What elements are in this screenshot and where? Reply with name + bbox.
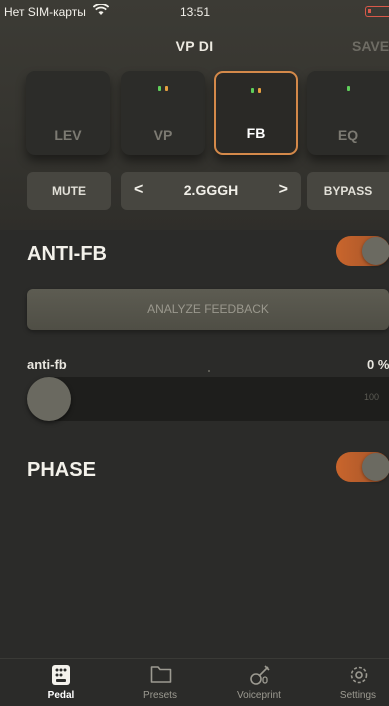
anti-fb-param-value: 0 %: [367, 357, 389, 372]
toggle-knob: [362, 237, 389, 265]
status-bar: Нет SIM-карты 13:51: [0, 0, 389, 24]
led-indicator-orange: [165, 86, 168, 91]
tab-label: Pedal: [47, 690, 75, 701]
tab-pedal[interactable]: Pedal: [16, 659, 106, 706]
tab-voiceprint[interactable]: Voiceprint: [214, 659, 304, 706]
tab-label: Settings: [339, 690, 377, 701]
module-leds: [216, 88, 296, 93]
pedal-icon: [52, 665, 70, 685]
tab-presets[interactable]: Presets: [115, 659, 205, 706]
clock: 13:51: [180, 5, 211, 19]
module-tile-eq[interactable]: EQ: [307, 71, 389, 155]
battery-icon: [365, 6, 389, 17]
module-label: VP: [153, 127, 173, 143]
module-tile-lev[interactable]: LEV: [26, 71, 110, 155]
tab-settings[interactable]: Settings: [313, 659, 389, 706]
guitar-mic-icon: [250, 665, 270, 685]
wifi-icon: [93, 4, 109, 15]
tab-bar: Pedal Presets Voiceprint Settings: [0, 658, 389, 706]
bypass-button[interactable]: BYPASS: [307, 172, 389, 210]
anti-fb-param-label: anti-fb: [27, 357, 67, 372]
anti-fb-toggle[interactable]: [336, 236, 389, 266]
module-label: EQ: [337, 127, 359, 143]
led-indicator-green: [346, 86, 350, 91]
slider-center-marker: [208, 370, 210, 372]
preset-selector: < 2.GGGH >: [121, 172, 301, 210]
led-indicator-green: [251, 88, 254, 93]
gear-icon: [350, 666, 368, 684]
preset-name: 2.GGGH: [183, 182, 239, 198]
anti-fb-slider[interactable]: 100: [27, 377, 389, 421]
module-leds: [307, 86, 389, 91]
slider-knob[interactable]: [27, 377, 71, 421]
analyze-feedback-button[interactable]: ANALYZE FEEDBACK: [27, 289, 389, 330]
anti-fb-title: ANTI-FB: [27, 243, 107, 265]
toggle-knob: [362, 453, 389, 481]
module-tile-vp[interactable]: VP: [121, 71, 205, 155]
phase-title: PHASE: [27, 459, 96, 481]
module-tile-fb[interactable]: FB: [214, 71, 298, 155]
slider-max-label: 100: [363, 392, 379, 402]
mute-button[interactable]: MUTE: [27, 172, 111, 210]
module-label: LEV: [54, 127, 82, 143]
tab-label: Presets: [143, 690, 177, 701]
module-leds: [121, 86, 205, 91]
tab-label: Voiceprint: [237, 690, 281, 701]
carrier-label: Нет SIM-карты: [4, 5, 86, 19]
phase-toggle[interactable]: [336, 452, 389, 482]
led-indicator-orange: [258, 88, 261, 93]
page-title: VP DI: [175, 38, 214, 54]
save-button[interactable]: SAVE: [352, 38, 389, 54]
folder-icon: [150, 666, 172, 683]
next-preset-button[interactable]: >: [279, 181, 288, 199]
module-label: FB: [246, 125, 266, 141]
led-indicator-green: [158, 86, 161, 91]
